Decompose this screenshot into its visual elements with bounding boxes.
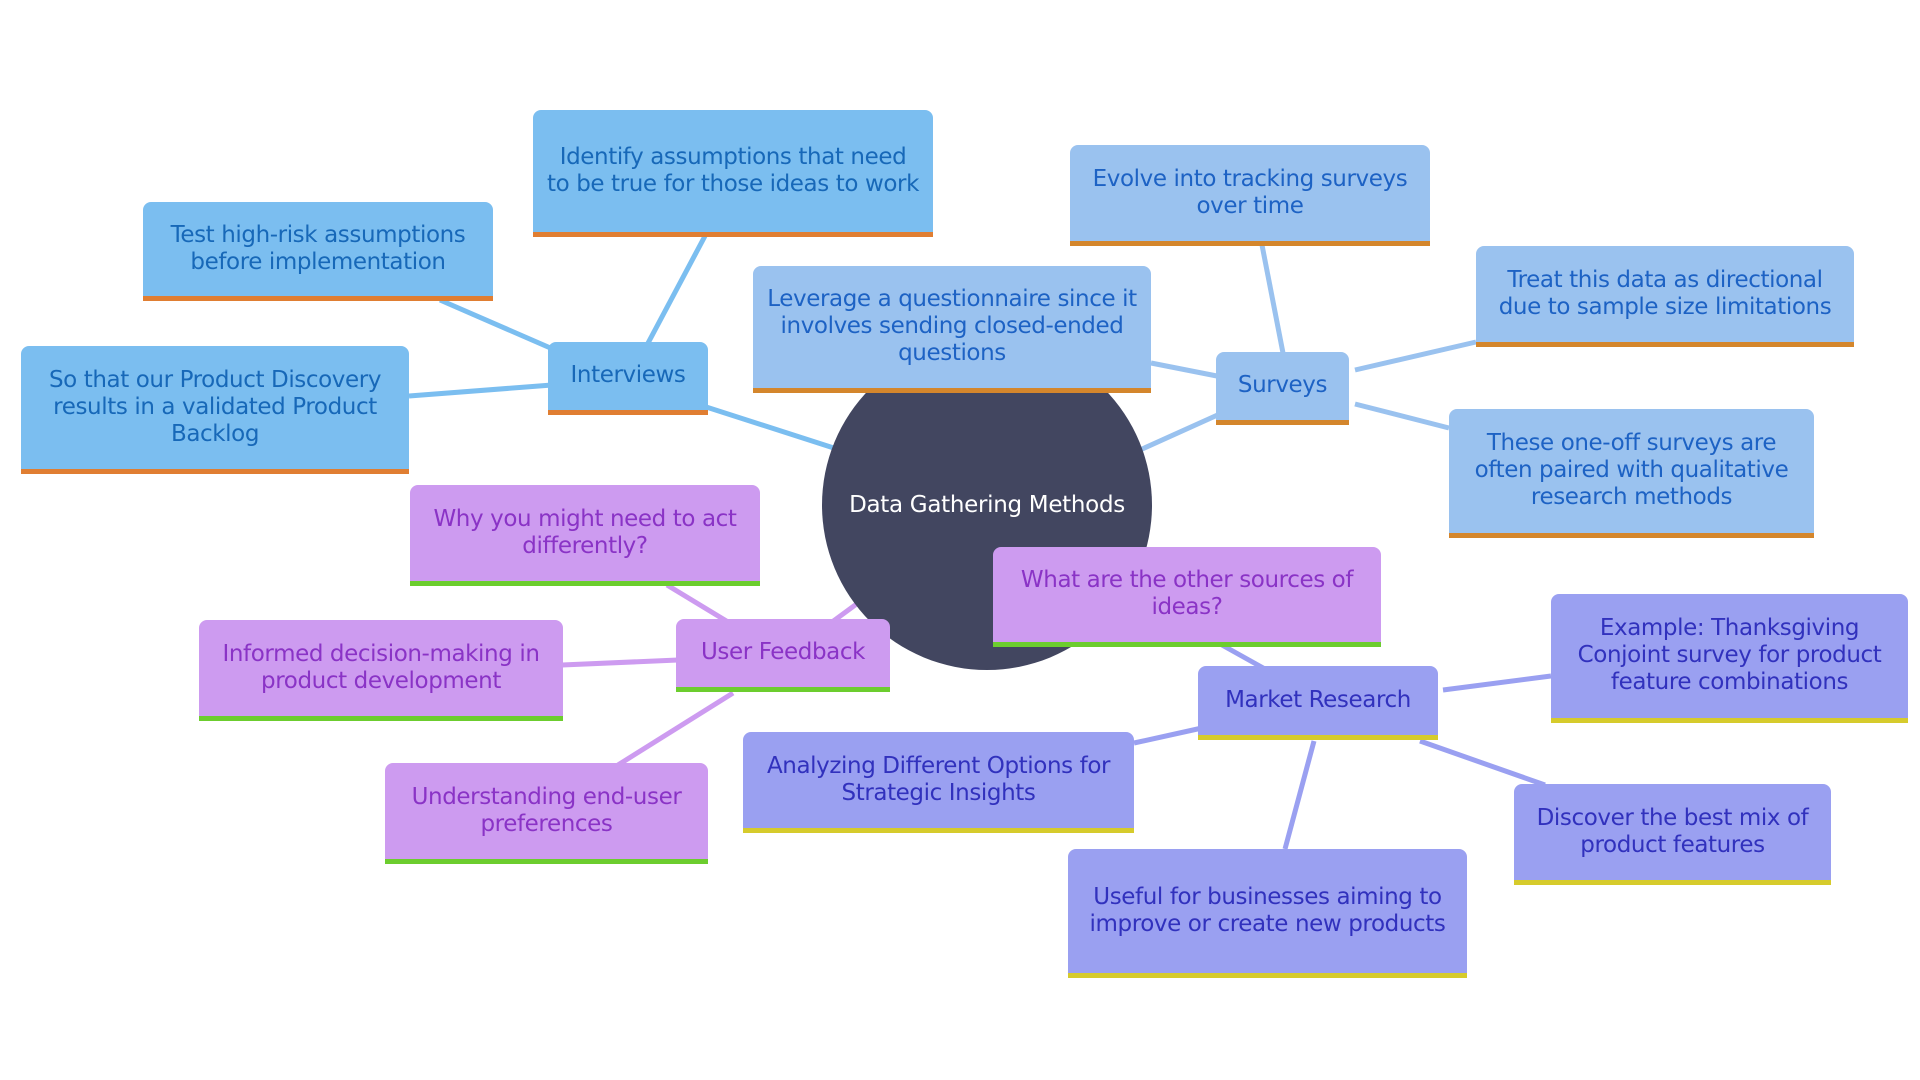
leaf-end-user-preferences[interactable]: Understanding end-user preferences: [385, 763, 708, 864]
edge-market-analyzing: [1133, 725, 1203, 746]
leaf-leverage-questionnaire[interactable]: Leverage a questionnaire since it involv…: [753, 266, 1151, 393]
leaf-informed-decision[interactable]: Informed decision-making in product deve…: [199, 620, 563, 721]
root-label: Data Gathering Methods: [849, 492, 1125, 518]
edge-root-surveys: [1138, 410, 1224, 453]
leaf-label: Analyzing Different Options for Strategi…: [766, 752, 1111, 806]
leaf-label: Understanding end-user preferences: [411, 783, 682, 837]
leaf-one-off-surveys[interactable]: These one-off surveys are often paired w…: [1449, 409, 1814, 538]
branch-label: Interviews: [570, 362, 686, 388]
edge-market-example: [1442, 673, 1552, 693]
leaf-test-assumptions[interactable]: Test high-risk assumptions before implem…: [143, 202, 493, 301]
leaf-label: Leverage a questionnaire since it involv…: [767, 286, 1137, 366]
leaf-label: Treat this data as directional due to sa…: [1498, 266, 1832, 320]
edge-surveys-evolve: [1259, 244, 1286, 354]
leaf-label: Informed decision-making in product deve…: [222, 640, 540, 694]
edge-interviews-sothat: [408, 382, 553, 399]
edge-userfeedback-understanding: [616, 690, 735, 768]
leaf-label: Test high-risk assumptions before implem…: [170, 221, 466, 275]
leaf-useful-for-businesses[interactable]: Useful for businesses aiming to improve …: [1068, 849, 1467, 978]
leaf-tracking-surveys[interactable]: Evolve into tracking surveys over time: [1070, 145, 1430, 246]
leaf-label: Useful for businesses aiming to improve …: [1089, 883, 1446, 937]
edge-interviews-test: [439, 297, 556, 353]
leaf-identify-assumptions[interactable]: Identify assumptions that need to be tru…: [533, 110, 933, 237]
leaf-label: Example: Thanksgiving Conjoint survey fo…: [1577, 615, 1882, 695]
leaf-label: Discover the best mix of product feature…: [1536, 804, 1809, 858]
edge-market-useful: [1282, 740, 1317, 850]
leaf-other-sources[interactable]: What are the other sources of ideas?: [993, 547, 1381, 647]
branch-label: Surveys: [1237, 372, 1328, 398]
edge-interviews-identify: [644, 234, 708, 347]
branch-interviews[interactable]: Interviews: [548, 342, 708, 415]
edge-market-discover: [1419, 738, 1546, 788]
leaf-label: So that our Product Discovery results in…: [48, 366, 382, 447]
edge-root-interviews: [699, 402, 841, 453]
branch-label: User Feedback: [700, 639, 866, 665]
leaf-label: Evolve into tracking surveys over time: [1092, 165, 1408, 219]
leaf-product-discovery[interactable]: So that our Product Discovery results in…: [21, 346, 409, 474]
leaf-best-mix[interactable]: Discover the best mix of product feature…: [1514, 784, 1831, 885]
branch-label: Market Research: [1225, 686, 1411, 713]
leaf-directional-data[interactable]: Treat this data as directional due to sa…: [1476, 246, 1854, 347]
edge-surveys-treat: [1354, 339, 1477, 373]
branch-market-research[interactable]: Market Research: [1198, 666, 1438, 740]
leaf-label: What are the other sources of ideas?: [1020, 567, 1354, 620]
edge-surveys-oneoff: [1354, 401, 1450, 431]
edge-surveys-leverage: [1150, 360, 1223, 380]
leaf-thanksgiving-example[interactable]: Example: Thanksgiving Conjoint survey fo…: [1551, 594, 1908, 723]
edge-userfeedback-informed: [561, 657, 679, 668]
leaf-label: Identify assumptions that need to be tru…: [547, 143, 920, 197]
leaf-analyzing-options[interactable]: Analyzing Different Options for Strategi…: [743, 732, 1134, 833]
leaf-act-differently[interactable]: Why you might need to act differently?: [410, 485, 760, 586]
leaf-label: These one-off surveys are often paired w…: [1474, 430, 1789, 510]
leaf-label: Why you might need to act differently?: [433, 505, 737, 559]
branch-user-feedback[interactable]: User Feedback: [676, 619, 890, 692]
branch-surveys[interactable]: Surveys: [1216, 352, 1349, 425]
